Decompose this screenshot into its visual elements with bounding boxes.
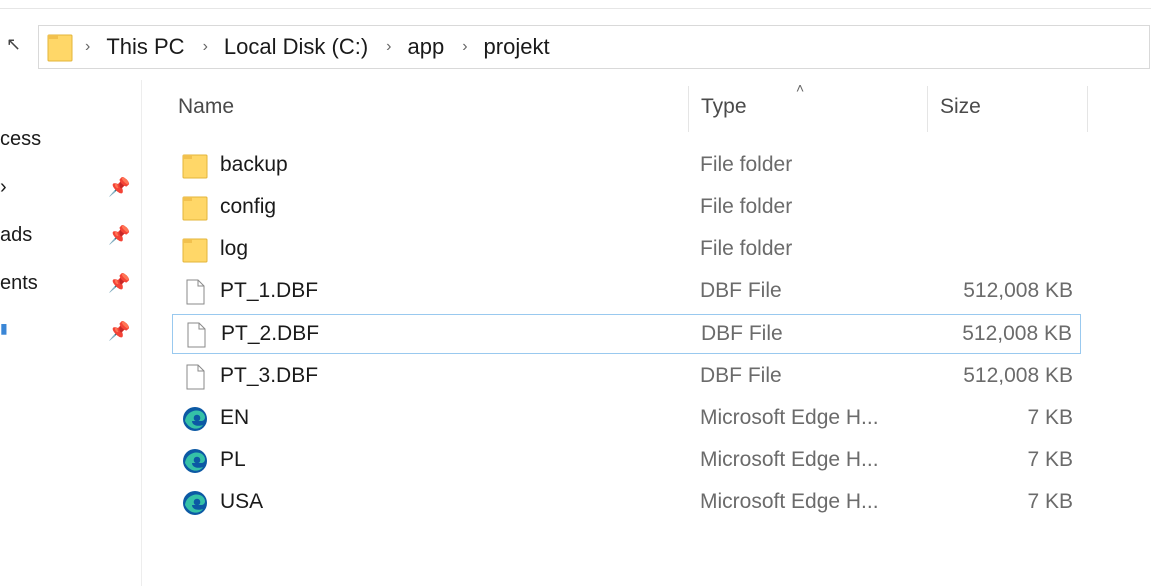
column-header-type[interactable]: Type: [701, 95, 747, 119]
nav-item-downloads[interactable]: ads: [0, 224, 32, 247]
column-header-row: Name Type Size: [142, 80, 1151, 136]
edge-icon: [182, 406, 208, 432]
pin-icon: 📌: [108, 177, 131, 197]
up-arrow-icon[interactable]: ↖: [6, 34, 21, 55]
file-name[interactable]: PL: [220, 448, 246, 472]
sort-ascending-icon: ˄: [796, 80, 805, 96]
breadcrumb: › This PC › Local Disk (C:) › app › proj…: [85, 26, 568, 68]
pin-icon: 📌: [108, 225, 131, 245]
file-type: File folder: [700, 153, 793, 176]
folder-icon: [182, 237, 208, 263]
file-size: 7 KB: [1027, 447, 1073, 471]
file-name[interactable]: PT_3.DBF: [220, 364, 318, 388]
file-size: 512,008 KB: [963, 363, 1073, 387]
nav-item-quick-access[interactable]: cess: [0, 128, 41, 151]
nav-item-pictures[interactable]: ▮: [0, 320, 8, 337]
address-bar[interactable]: › This PC › Local Disk (C:) › app › proj…: [38, 25, 1150, 69]
column-separator[interactable]: [927, 86, 928, 132]
file-size: 7 KB: [1027, 489, 1073, 513]
file-row[interactable]: EN Microsoft Edge H... 7 KB: [172, 399, 1081, 439]
file-type: DBF File: [700, 363, 782, 387]
file-row[interactable]: log File folder: [172, 230, 1081, 270]
file-type: Microsoft Edge H...: [700, 489, 879, 513]
file-name[interactable]: USA: [220, 490, 263, 514]
column-separator[interactable]: [1087, 86, 1088, 132]
breadcrumb-this-pc[interactable]: This PC: [106, 34, 184, 60]
file-size: 7 KB: [1027, 405, 1073, 429]
folder-icon: [182, 153, 208, 179]
file-name[interactable]: EN: [220, 406, 249, 430]
file-type: DBF File: [701, 322, 783, 346]
pin-icon: 📌: [108, 273, 131, 293]
edge-icon: [182, 448, 208, 474]
file-size: 512,008 KB: [962, 322, 1072, 346]
folder-icon: [182, 195, 208, 221]
file-row[interactable]: PL Microsoft Edge H... 7 KB: [172, 441, 1081, 481]
file-row[interactable]: PT_1.DBF DBF File 512,008 KB: [172, 272, 1081, 312]
file-row[interactable]: PT_3.DBF DBF File 512,008 KB: [172, 357, 1081, 397]
chevron-right-icon[interactable]: ›: [386, 38, 391, 56]
file-icon: [182, 279, 208, 305]
file-row[interactable]: PT_2.DBF DBF File 512,008 KB: [172, 314, 1081, 355]
file-icon: [183, 322, 209, 348]
pin-icon: 📌: [108, 321, 131, 341]
navigation-pane-divider[interactable]: [141, 80, 142, 586]
breadcrumb-app[interactable]: app: [407, 34, 444, 60]
edge-icon: [182, 490, 208, 516]
file-type: File folder: [700, 195, 793, 219]
window-top-border: [0, 8, 1151, 9]
chevron-right-icon[interactable]: ›: [203, 38, 208, 56]
column-header-size[interactable]: Size: [940, 95, 981, 119]
nav-item-desktop[interactable]: ›: [0, 176, 7, 199]
file-name[interactable]: PT_1.DBF: [220, 279, 318, 303]
file-icon: [182, 364, 208, 390]
file-name[interactable]: log: [220, 237, 248, 261]
file-name[interactable]: config: [220, 195, 276, 219]
column-header-name[interactable]: Name: [178, 95, 234, 119]
chevron-right-icon[interactable]: ›: [462, 38, 467, 56]
file-type: Microsoft Edge H...: [700, 447, 879, 471]
breadcrumb-projekt[interactable]: projekt: [484, 34, 550, 60]
file-type: DBF File: [700, 279, 782, 303]
file-name[interactable]: PT_2.DBF: [221, 322, 319, 346]
breadcrumb-local-disk[interactable]: Local Disk (C:): [224, 34, 368, 60]
file-row[interactable]: backup File folder: [172, 146, 1081, 186]
file-name[interactable]: backup: [220, 153, 288, 177]
chevron-right-icon[interactable]: ›: [85, 38, 90, 56]
file-row[interactable]: USA Microsoft Edge H... 7 KB: [172, 483, 1081, 523]
file-type: Microsoft Edge H...: [700, 405, 879, 429]
file-size: 512,008 KB: [963, 279, 1073, 303]
file-row[interactable]: config File folder: [172, 188, 1081, 228]
column-separator[interactable]: [688, 86, 689, 132]
nav-item-documents[interactable]: ents: [0, 272, 38, 295]
folder-icon: [47, 34, 73, 62]
file-type: File folder: [700, 237, 793, 261]
